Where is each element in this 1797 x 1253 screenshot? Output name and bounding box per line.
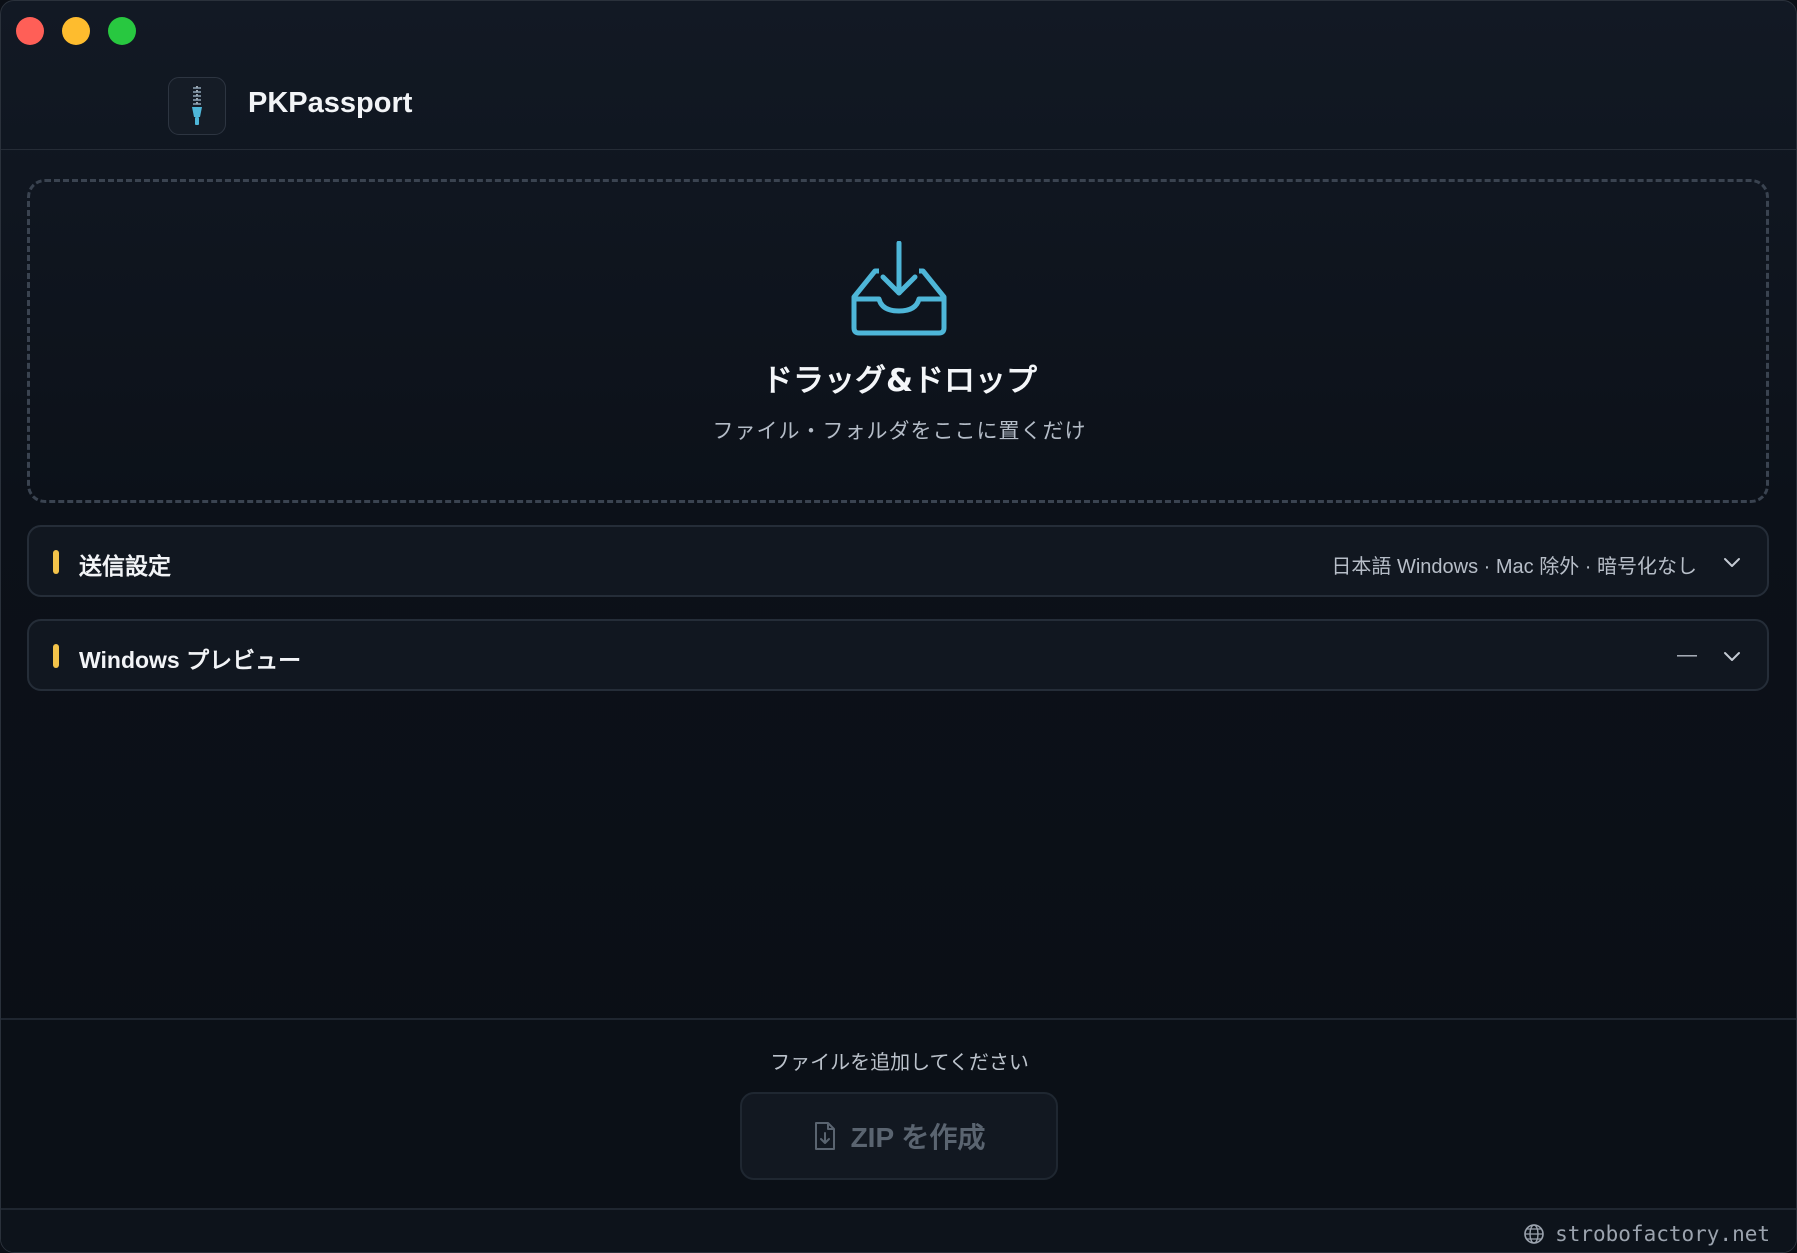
zipper-icon [168,77,226,135]
inbox-download-icon [851,241,947,336]
chevron-down-icon[interactable] [1721,551,1743,573]
panel-summary: 日本語 Windows · Mac 除外 · 暗号化なし [1331,556,1697,578]
panel-accent-bar [53,644,59,668]
windows-preview-panel[interactable]: Windows プレビュー — [27,619,1769,691]
app-window: PKPassport ドラッグ&ドロップ ファイル・フォルダをここに置くだけ 送… [0,0,1797,1253]
site-link[interactable]: strobofactory.net [1523,1222,1770,1246]
create-zip-button[interactable]: ZIP を作成 [740,1092,1058,1180]
status-message: ファイルを追加してください [770,1050,1029,1074]
panel-title: 送信設定 [79,553,171,579]
panel-title: Windows プレビュー [79,647,302,673]
file-download-icon [814,1122,835,1150]
app-title: PKPassport [248,87,413,119]
create-zip-label: ZIP を作成 [850,1122,986,1153]
site-url: strobofactory.net [1555,1222,1770,1246]
drop-zone[interactable] [27,179,1769,503]
drop-zone-title: ドラッグ&ドロップ [761,363,1038,399]
globe-icon [1524,1224,1544,1244]
panel-summary: — [1677,644,1697,666]
panel-accent-bar [53,550,59,574]
drop-zone-subtitle: ファイル・フォルダをここに置くだけ [712,419,1087,443]
send-settings-panel[interactable]: 送信設定 日本語 Windows · Mac 除外 · 暗号化なし [27,525,1769,597]
chevron-down-icon[interactable] [1721,645,1743,667]
app-header: PKPassport [1,1,1796,150]
